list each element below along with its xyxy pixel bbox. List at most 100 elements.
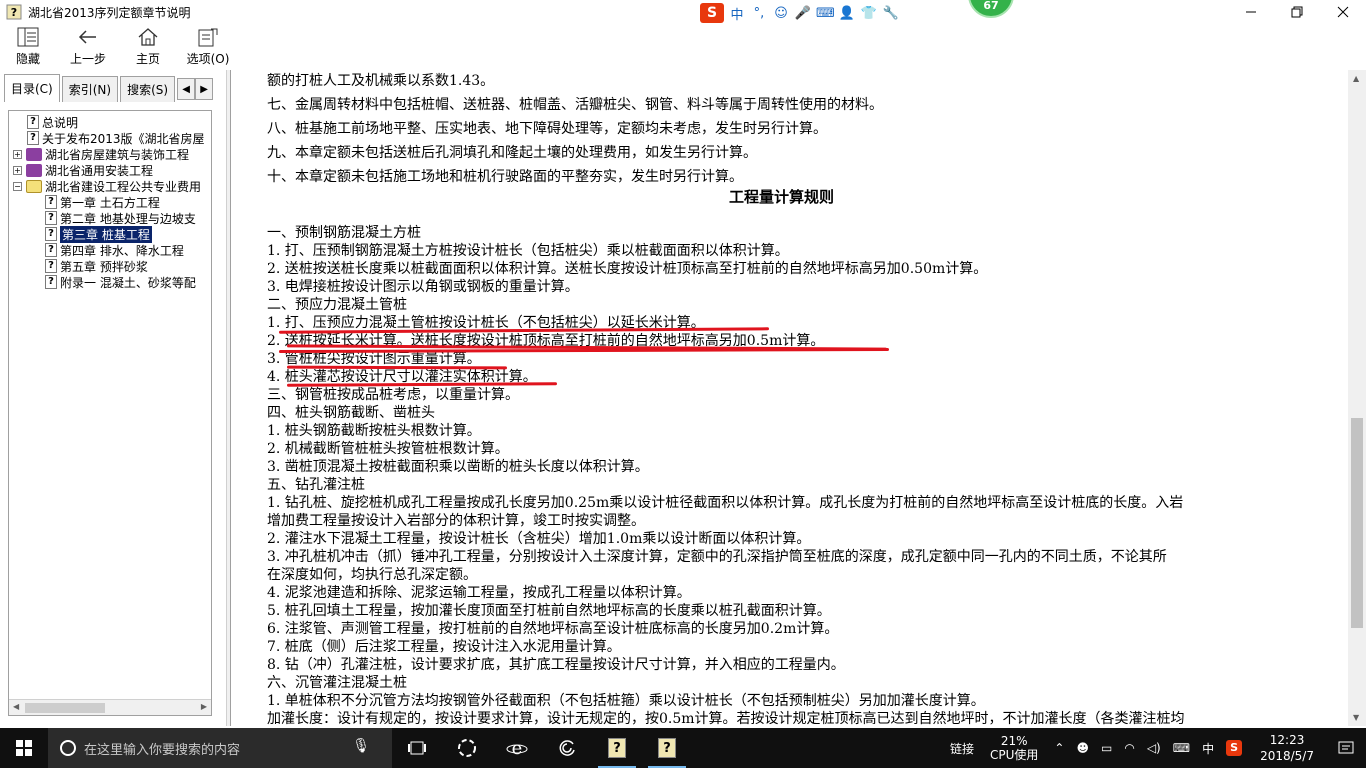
task-view-button[interactable] [392, 728, 442, 768]
ime-punctuation-icon[interactable]: °, [750, 6, 768, 21]
tree-item-label: 第二章 地基处理与边坡支 [60, 211, 196, 226]
cpu-meter[interactable]: 21% CPU使用 [980, 734, 1048, 762]
back-button[interactable]: 上一步 [56, 24, 120, 68]
microphone-icon[interactable]: 🎙 [352, 738, 370, 754]
tree-item[interactable]: ? 总说明 [27, 114, 78, 130]
book-open-icon [26, 179, 42, 193]
ime-tools-icon[interactable]: 🔧 [882, 6, 900, 21]
minimize-icon [1246, 11, 1256, 13]
taskbar-app-help-1[interactable]: ? [592, 728, 642, 768]
content-line: 1. 打、压预制钢筋混凝土方桩按设计桩长（包括桩尖）乘以桩截面面积以体积计算。 [267, 243, 789, 259]
taskbar: 在这里输入你要搜索的内容 🎙 e ? ? 链接 21% CPU使用 ⌃ ☻ ▭ … [0, 728, 1366, 768]
expand-icon[interactable]: + [13, 149, 22, 159]
taskbar-search[interactable]: 在这里输入你要搜索的内容 🎙 [48, 728, 392, 768]
tree-item[interactable]: ? 第五章 预拌砂浆 [45, 258, 148, 274]
content-vertical-scrollbar[interactable]: ▲ ▼ [1348, 70, 1366, 726]
tab-scroll-right-button[interactable]: ▶ [195, 78, 214, 100]
content-line: 2. 送桩按送桩长度乘以桩截面面积以体积计算。送桩长度按设计桩顶标高至打桩前的自… [267, 261, 988, 277]
scrollbar-thumb[interactable] [25, 703, 105, 713]
ime-voice-icon[interactable]: 🎤 [794, 6, 812, 21]
tray-sogou-icon[interactable]: S [1220, 740, 1248, 756]
tray-network-icon[interactable]: ◠ [1118, 741, 1140, 755]
tab-contents[interactable]: 目录(C) [4, 74, 60, 102]
tree-item[interactable]: + 湖北省通用安装工程 [13, 162, 153, 178]
tab-index[interactable]: 索引(N) [61, 76, 119, 102]
tree-item[interactable]: ? 第一章 土石方工程 [45, 194, 160, 210]
tree-item-label: 第四章 排水、降水工程 [60, 243, 184, 258]
tree-item[interactable]: ? 关于发布2013版《湖北省房屋 [27, 130, 205, 146]
hide-button[interactable]: 隐藏 [0, 24, 56, 68]
tab-search[interactable]: 搜索(S) [120, 76, 176, 102]
home-icon [138, 28, 158, 46]
options-button[interactable]: 选项(O) [176, 24, 240, 68]
tree-item[interactable]: + 湖北省房屋建筑与装饰工程 [13, 146, 189, 162]
minimize-button[interactable] [1228, 0, 1274, 24]
content-line: 六、沉管灌注混凝土桩 [267, 675, 407, 691]
content-line: 2. 灌注水下混凝土工程量，按设计桩长（含桩尖）增加1.0m乘以设计断面以体积计… [267, 531, 811, 547]
content-line: 4. 泥浆池建造和拆除、泥浆运输工程量，按成孔工程量以体积计算。 [267, 585, 691, 601]
tray-people-icon[interactable]: ☻ [1070, 741, 1095, 755]
tray-volume-icon[interactable]: ◁) [1141, 741, 1167, 755]
content-line: 三、钢管桩按成品桩考虑，以重量计算。 [267, 387, 519, 403]
tree-item[interactable]: ? 第三章 桩基工程 [45, 225, 152, 243]
start-button[interactable] [0, 728, 48, 768]
content-line: 3. 电焊接桩按设计图示以角钢或钢板的重量计算。 [267, 279, 579, 295]
taskbar-app-help-2[interactable]: ? [642, 728, 692, 768]
expand-icon[interactable]: + [13, 165, 22, 175]
scroll-down-icon[interactable]: ▼ [1353, 713, 1359, 722]
contents-tree[interactable]: ◀ ▶ ? 总说明? 关于发布2013版《湖北省房屋 + 湖北省房屋建筑与装饰工程 + 湖北… [8, 110, 212, 716]
tree-item-label: 附录一 混凝土、砂浆等配 [60, 275, 196, 290]
tree-item-label: 总说明 [42, 115, 79, 130]
content-line: 九、本章定额未包括送桩后孔洞填孔和隆起土壤的处理费用，如发生另行计算。 [267, 145, 757, 161]
tray-ime-indicator[interactable]: 中 [1196, 740, 1220, 757]
tree-item[interactable]: ? 第二章 地基处理与边坡支 [45, 210, 196, 226]
clock-time: 12:23 [1269, 733, 1305, 747]
action-center-button[interactable] [1326, 728, 1366, 768]
ime-mode-toggle[interactable]: 中 [728, 4, 746, 23]
scroll-up-icon[interactable]: ▲ [1353, 74, 1359, 83]
show-hidden-icons-button[interactable]: ⌃ [1048, 741, 1070, 755]
link-toolbar[interactable]: 链接 [944, 740, 980, 757]
tray-battery-icon[interactable]: ▭ [1095, 741, 1118, 755]
taskbar-app-pinwheel[interactable] [442, 728, 492, 768]
taskbar-app-ie[interactable]: e [492, 728, 542, 768]
title-bar: ? 湖北省2013序列定额章节说明 [0, 0, 1366, 24]
close-button[interactable] [1320, 0, 1366, 24]
toolbar: 隐藏 上一步 主页 选项(O) [0, 24, 1366, 68]
content-line: 3. 凿桩顶混凝土按桩截面积乘以凿断的桩头长度以体积计算。 [267, 459, 649, 475]
nav-tabs: 目录(C) 索引(N) 搜索(S) ◀ ▶ [4, 74, 214, 104]
restore-button[interactable] [1274, 0, 1320, 24]
tree-item[interactable]: ? 第四章 排水、降水工程 [45, 242, 184, 258]
content-line: 6. 注浆管、声测管工程量，按打桩前的自然地坪标高至设计桩底标高的长度另加0.2… [267, 621, 839, 637]
ime-keyboard-icon[interactable]: ⌨ [816, 6, 835, 21]
content-line: 1. 钻孔桩、旋挖桩机成孔工程量按成孔长度另加0.25m乘以设计桩径截面积以体积… [267, 495, 1184, 511]
chevron-up-icon: ⌃ [1054, 741, 1065, 755]
content-line: 5. 桩孔回填土工程量，按加灌长度顶面至打桩前自然地坪标高的长度乘以桩孔截面积计… [267, 603, 831, 619]
ime-emoji-icon[interactable]: ☺ [772, 6, 790, 21]
collapse-icon[interactable]: − [13, 181, 22, 191]
scroll-right-icon[interactable]: ▶ [201, 702, 207, 711]
section-heading: 工程量计算规则 [729, 188, 835, 206]
tree-item[interactable]: − 湖北省建设工程公共专业费用 [13, 178, 201, 194]
ime-user-icon[interactable]: 👤 [838, 6, 856, 21]
ime-skin-icon[interactable]: 👕 [860, 6, 878, 21]
scrollbar-thumb[interactable] [1351, 418, 1363, 628]
content-line: 八、桩基施工前场地平整、压实地表、地下障碍处理等，定额均未考虑，发生时另行计算。 [267, 121, 827, 137]
content-line: 额的打桩人工及机械乘以系数1.43。 [267, 73, 495, 89]
scroll-left-icon[interactable]: ◀ [13, 702, 19, 711]
help-file-icon: ? [658, 738, 676, 758]
tree-item-label: 第一章 土石方工程 [60, 195, 160, 210]
navigation-pane: 目录(C) 索引(N) 搜索(S) ◀ ▶ ◀ ▶ ? 总说明? 关于发布2013版… [0, 70, 226, 726]
content-line: 四、桩头钢筋截断、凿桩头 [267, 405, 435, 421]
tree-item[interactable]: ? 附录一 混凝土、砂浆等配 [45, 274, 196, 290]
tray-keyboard-icon[interactable]: ⌨ [1167, 741, 1196, 755]
book-icon [26, 147, 42, 161]
sogou-ime-icon[interactable]: S [700, 3, 724, 23]
home-button[interactable]: 主页 [120, 24, 176, 68]
tree-horizontal-scrollbar[interactable]: ◀ ▶ [9, 699, 211, 715]
pinwheel-icon [458, 739, 476, 757]
help-topic-icon: ? [45, 195, 57, 209]
taskbar-app-browser[interactable] [542, 728, 592, 768]
tab-scroll-left-button[interactable]: ◀ [177, 78, 196, 100]
taskbar-clock[interactable]: 12:23 2018/5/7 [1248, 732, 1326, 764]
